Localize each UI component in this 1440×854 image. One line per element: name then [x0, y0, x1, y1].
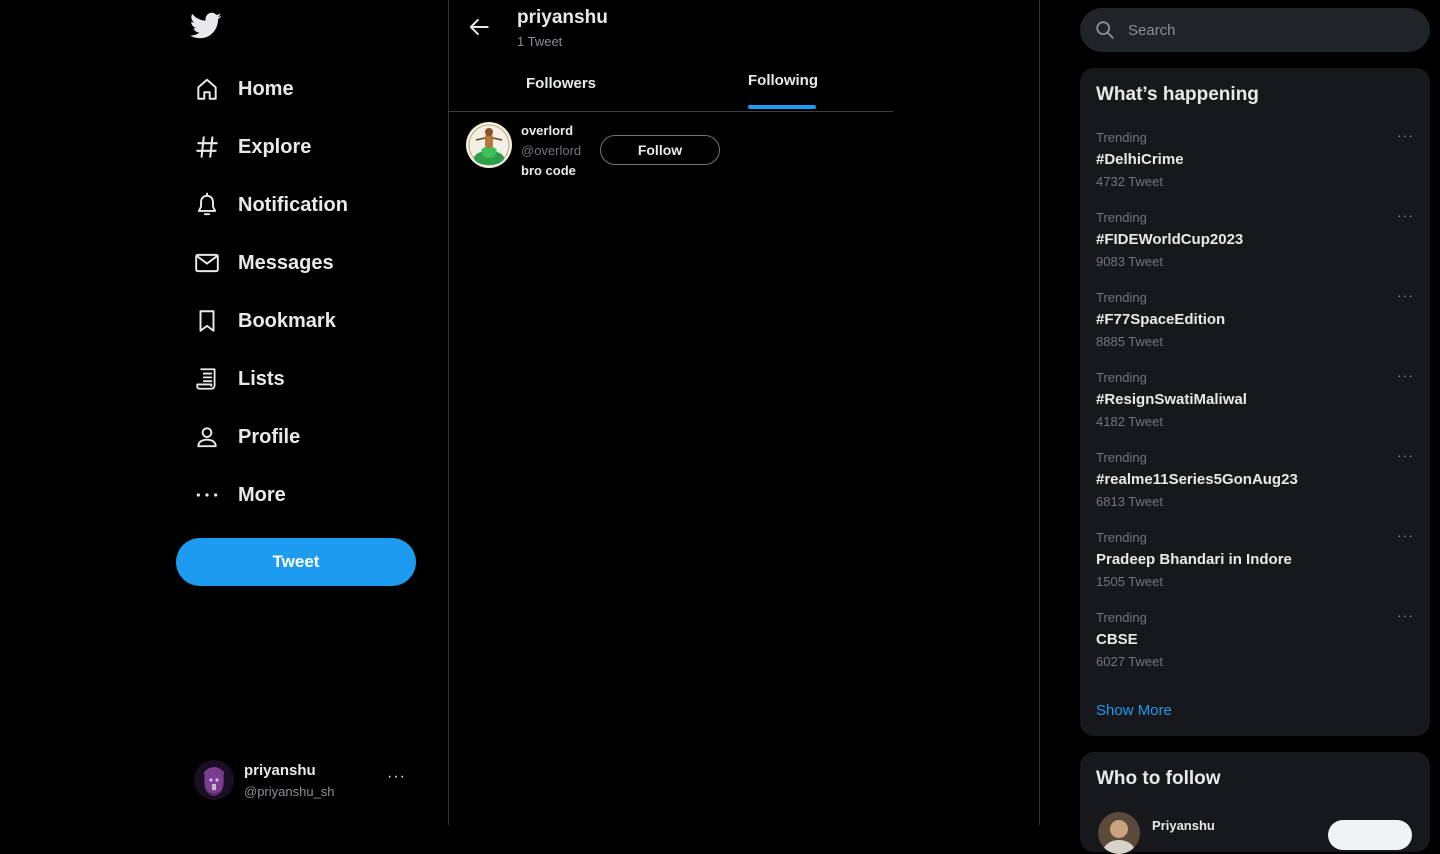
- who-to-follow-panel: Who to follow Priyanshu: [1080, 752, 1430, 854]
- nav-label-more: More: [238, 483, 286, 506]
- trend-count: 1505 Tweet: [1096, 574, 1163, 589]
- nav-messages[interactable]: Messages: [192, 241, 334, 285]
- trend-more-icon[interactable]: ···: [1397, 367, 1414, 383]
- trend-name: #FIDEWorldCup2023: [1096, 231, 1244, 248]
- follow-tabs: Followers Following: [449, 56, 893, 112]
- page-title: priyanshu: [517, 7, 608, 28]
- trend-count: 8885 Tweet: [1096, 334, 1163, 349]
- home-icon: [192, 74, 222, 104]
- nav-explore[interactable]: Explore: [192, 125, 311, 169]
- nav-label-lists: Lists: [238, 367, 285, 390]
- nav-bookmark[interactable]: Bookmark: [192, 299, 336, 343]
- trends-panel: What’s happening Trending #DelhiCrime 47…: [1080, 68, 1430, 736]
- twitter-logo-icon[interactable]: [190, 12, 224, 42]
- account-avatar: [194, 760, 234, 800]
- envelope-icon: [192, 248, 222, 278]
- tweet-button[interactable]: Tweet: [176, 538, 416, 586]
- trend-label: Trending: [1096, 290, 1147, 305]
- bell-icon: [192, 190, 222, 220]
- trend-count: 9083 Tweet: [1096, 254, 1163, 269]
- back-arrow-icon[interactable]: [466, 14, 492, 40]
- trend-name: #DelhiCrime: [1096, 151, 1184, 168]
- trend-item[interactable]: Trending #DelhiCrime 4732 Tweet ···: [1080, 127, 1430, 210]
- trend-item[interactable]: Trending #FIDEWorldCup2023 9083 Tweet ··…: [1080, 207, 1430, 290]
- user-bio: bro code: [521, 163, 576, 178]
- search-bar[interactable]: [1080, 8, 1430, 52]
- nav-label-home: Home: [238, 77, 294, 100]
- trend-label: Trending: [1096, 210, 1147, 225]
- account-switcher[interactable]: priyanshu @priyanshu_sh ···: [194, 756, 416, 804]
- suggestion-name: Priyanshu: [1152, 818, 1215, 833]
- bookmark-icon: [192, 306, 222, 336]
- nav-label-messages: Messages: [238, 251, 334, 274]
- list-icon: [192, 364, 222, 394]
- nav-label-notification: Notification: [238, 193, 348, 216]
- tab-followers[interactable]: Followers: [526, 56, 596, 110]
- trend-more-icon[interactable]: ···: [1397, 207, 1414, 223]
- tweet-count: 1 Tweet: [517, 34, 563, 49]
- account-handle: @priyanshu_sh: [244, 783, 335, 799]
- trends-title: What’s happening: [1096, 84, 1259, 105]
- trend-more-icon[interactable]: ···: [1397, 447, 1414, 463]
- person-icon: [192, 422, 222, 452]
- who-to-follow-title: Who to follow: [1096, 768, 1221, 789]
- trend-item[interactable]: Trending #ResignSwatiMaliwal 4182 Tweet …: [1080, 367, 1430, 450]
- trend-name: CBSE: [1096, 631, 1138, 648]
- trend-more-icon[interactable]: ···: [1397, 127, 1414, 143]
- trend-item[interactable]: Trending CBSE 6027 Tweet ···: [1080, 607, 1430, 690]
- account-more-icon[interactable]: ···: [387, 768, 406, 786]
- trend-more-icon[interactable]: ···: [1397, 527, 1414, 543]
- list-item[interactable]: overlord @overlord bro code Follow: [466, 120, 886, 180]
- trend-item[interactable]: Trending Pradeep Bhandari in Indore 1505…: [1080, 527, 1430, 610]
- user-handle: @overlord: [521, 143, 582, 158]
- trend-name: #ResignSwatiMaliwal: [1096, 391, 1247, 408]
- nav-label-bookmark: Bookmark: [238, 309, 336, 332]
- trend-more-icon[interactable]: ···: [1397, 287, 1414, 303]
- trend-name: #F77SpaceEdition: [1096, 311, 1226, 328]
- nav-more[interactable]: More: [192, 473, 286, 517]
- trend-name: #realme11Series5GonAug23: [1096, 471, 1298, 488]
- account-name: priyanshu: [244, 761, 316, 779]
- show-more-link[interactable]: Show More: [1096, 702, 1172, 719]
- nav-notification[interactable]: Notification: [192, 183, 348, 227]
- left-divider: [448, 0, 449, 825]
- nav-lists[interactable]: Lists: [192, 357, 285, 401]
- trend-label: Trending: [1096, 370, 1147, 385]
- nav-label-explore: Explore: [238, 135, 312, 158]
- user-avatar: [466, 122, 512, 168]
- trend-label: Trending: [1096, 530, 1147, 545]
- more-dots-icon: [192, 480, 222, 510]
- nav-profile[interactable]: Profile: [192, 415, 300, 459]
- trend-name: Pradeep Bhandari in Indore: [1096, 551, 1292, 568]
- trend-more-icon[interactable]: ···: [1397, 607, 1414, 623]
- trend-label: Trending: [1096, 450, 1147, 465]
- trend-item[interactable]: Trending #F77SpaceEdition 8885 Tweet ···: [1080, 287, 1430, 370]
- trend-count: 4182 Tweet: [1096, 414, 1163, 429]
- nav-label-profile: Profile: [238, 425, 301, 448]
- trend-count: 6813 Tweet: [1096, 494, 1163, 509]
- trend-count: 6027 Tweet: [1096, 654, 1163, 669]
- tab-following[interactable]: Following: [748, 53, 818, 107]
- suggestion-avatar: [1098, 812, 1140, 854]
- user-name: overlord: [521, 123, 574, 138]
- trend-item[interactable]: Trending #realme11Series5GonAug23 6813 T…: [1080, 447, 1430, 530]
- search-icon: [1096, 21, 1114, 39]
- right-divider: [1039, 0, 1040, 825]
- search-input[interactable]: [1126, 20, 1410, 40]
- trend-label: Trending: [1096, 130, 1147, 145]
- hashtag-icon: [192, 132, 222, 162]
- nav-home[interactable]: Home: [192, 67, 294, 111]
- trend-label: Trending: [1096, 610, 1147, 625]
- trend-count: 4732 Tweet: [1096, 174, 1163, 189]
- active-tab-indicator: [748, 105, 816, 109]
- follow-button[interactable]: Follow: [600, 135, 720, 165]
